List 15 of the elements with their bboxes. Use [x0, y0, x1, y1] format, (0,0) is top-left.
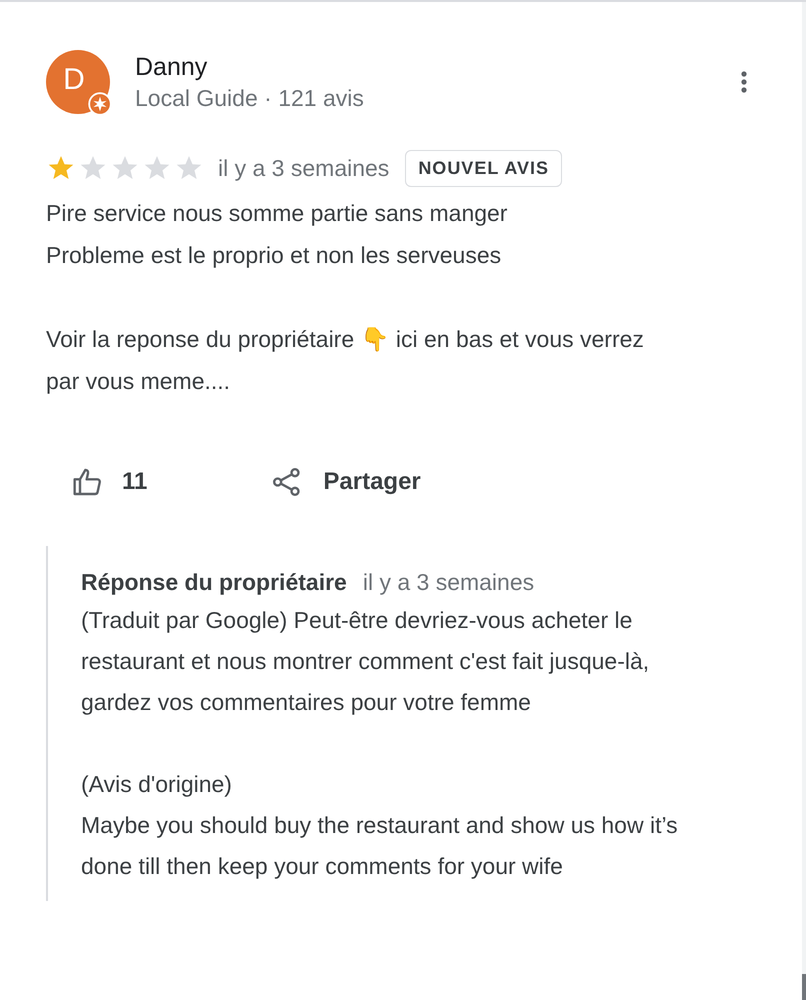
thumbs-up-icon [72, 466, 104, 498]
avatar-letter: D [63, 63, 85, 97]
owner-reply-text: (Avis d'origine) Maybe you should buy the restaurant and show us how it’s done till then keep your comments for your wife [81, 770, 679, 881]
new-review-badge: NOUVEL AVIS [405, 150, 562, 186]
share-button[interactable]: Partager [271, 462, 421, 502]
review-time: il y a 3 semaines [218, 154, 390, 182]
review-text: Pire service nous somme partie sans manger Probleme est le proprio et non les serveuses [46, 199, 508, 270]
owner-reply-text: (Traduit par Google) Peut-être devriez-vous acheter le restaurant et nous montrer comment c'est fait jusque-là, gardez vos commentaires pour votre femme [81, 606, 650, 717]
review-text: Voir la reponse du propriétaire 👇 ici en bas et vous verrez par vous meme.... [46, 325, 645, 396]
scrollbar-thumb[interactable] [802, 974, 806, 1000]
author-name[interactable]: Danny [135, 51, 732, 83]
like-button[interactable]: 11 [72, 462, 148, 502]
owner-reply-title: Réponse du propriétaire [81, 568, 347, 597]
author-meta: Local Guide · 121 avis [135, 84, 365, 113]
owner-reply-time: il y a 3 semaines [362, 568, 534, 597]
